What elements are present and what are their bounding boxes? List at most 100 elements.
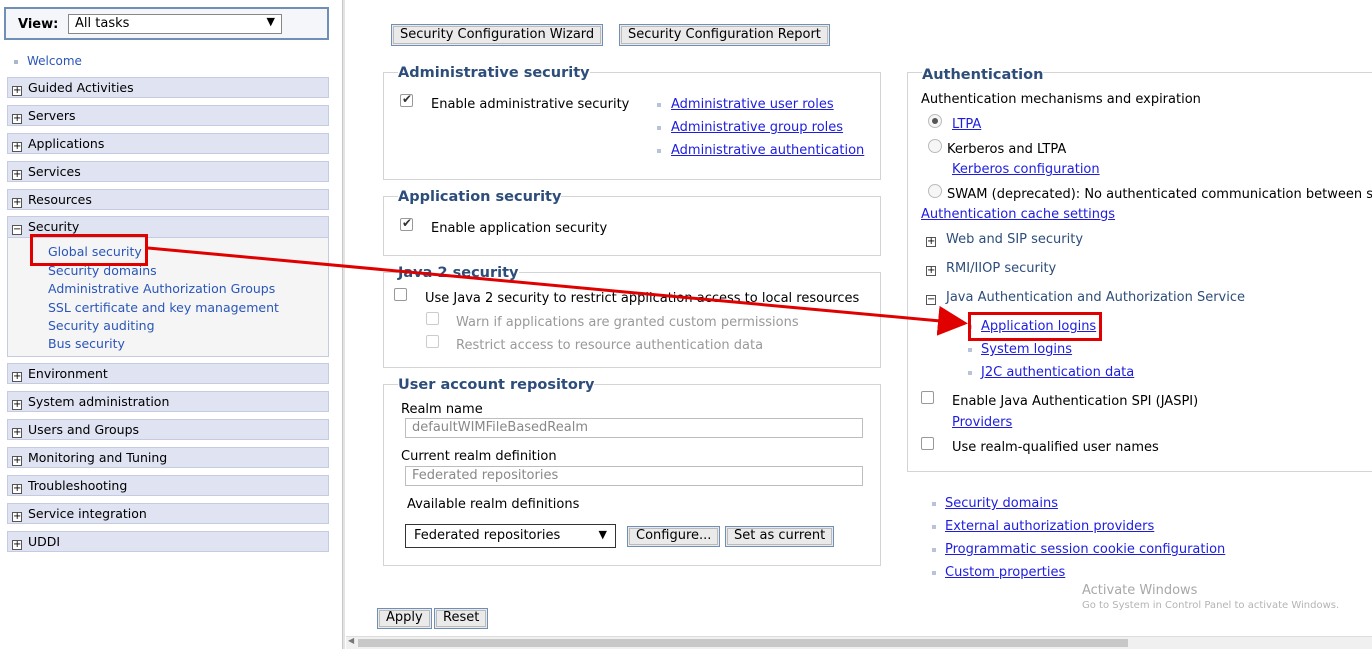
warn-permissions-checkbox[interactable] <box>426 312 439 325</box>
app-security-label: Enable application security <box>431 221 608 236</box>
navigation-pane: View: All tasks ▼ Welcome + Guided Activi… <box>0 0 344 649</box>
nav-uddi[interactable]: + UDDI <box>7 531 329 552</box>
nav-resources[interactable]: + Resources <box>7 189 329 210</box>
security-domains-link[interactable]: Security domains <box>945 496 1058 511</box>
authentication-title: Authentication <box>922 67 1044 83</box>
expand-icon[interactable]: + <box>12 86 22 96</box>
nav-applications[interactable]: + Applications <box>7 133 329 154</box>
nav-system-administration[interactable]: + System administration <box>7 391 329 412</box>
restrict-access-label: Restrict access to resource authenticati… <box>456 338 764 353</box>
bullet-icon <box>657 103 661 107</box>
configure-button[interactable]: Configure... <box>627 526 721 547</box>
bullet-icon <box>932 502 936 506</box>
dropdown-arrow-icon: ▼ <box>266 15 275 28</box>
scrollbar-thumb[interactable] <box>358 639 1128 647</box>
welcome-link[interactable]: Welcome <box>14 54 82 68</box>
java2-security-checkbox[interactable] <box>394 288 407 301</box>
expand-icon[interactable]: + <box>12 114 22 124</box>
auth-mechanisms-label: Authentication mechanisms and expiration <box>921 92 1201 107</box>
jaspi-label: Enable Java Authentication SPI (JASPI) <box>952 394 1199 409</box>
expand-icon[interactable]: + <box>12 428 22 438</box>
swam-radio[interactable] <box>928 184 942 198</box>
bullet-icon <box>14 59 18 64</box>
java2-security-title: Java 2 security <box>398 265 519 281</box>
external-auth-providers-link[interactable]: External authorization providers <box>945 519 1154 534</box>
apply-button[interactable]: Apply <box>377 608 432 629</box>
activate-windows-watermark: Activate Windows <box>1082 583 1198 598</box>
expand-icon[interactable]: + <box>12 372 22 382</box>
view-filter: View: All tasks ▼ <box>4 7 329 40</box>
nav-security-auditing[interactable]: Security auditing <box>48 318 155 333</box>
collapse-icon[interactable]: − <box>926 295 936 305</box>
ltpa-link[interactable]: LTPA <box>952 117 981 132</box>
pane-divider[interactable] <box>342 0 345 649</box>
highlight-box-application-logins <box>968 312 1102 341</box>
bullet-icon <box>932 571 936 575</box>
expand-icon[interactable]: + <box>12 456 22 466</box>
ltpa-radio[interactable] <box>928 114 942 128</box>
activate-windows-subtitle: Go to System in Control Panel to activat… <box>1082 600 1340 611</box>
expand-icon[interactable]: + <box>926 237 936 247</box>
expand-icon[interactable]: + <box>12 198 22 208</box>
nav-admin-auth-groups[interactable]: Administrative Authorization Groups <box>48 281 275 296</box>
view-select-value: All tasks <box>75 16 130 31</box>
nav-ssl-certificate[interactable]: SSL certificate and key management <box>48 300 279 315</box>
nav-service-integration[interactable]: + Service integration <box>7 503 329 524</box>
admin-group-roles-link[interactable]: Administrative group roles <box>671 120 843 135</box>
realm-qualified-checkbox[interactable] <box>921 437 934 450</box>
auth-cache-settings-link[interactable]: Authentication cache settings <box>921 207 1115 222</box>
user-repository-title: User account repository <box>398 377 595 393</box>
security-report-button[interactable]: Security Configuration Report <box>619 24 830 46</box>
expand-icon[interactable]: + <box>12 142 22 152</box>
kerberos-ltpa-radio[interactable] <box>928 139 942 153</box>
jaspi-checkbox[interactable] <box>921 391 934 404</box>
restrict-access-checkbox[interactable] <box>426 335 439 348</box>
current-realm-field[interactable]: Federated repositories <box>405 466 863 486</box>
expand-icon[interactable]: + <box>12 540 22 550</box>
horizontal-scrollbar[interactable]: ◀ <box>346 636 1372 649</box>
view-select[interactable]: All tasks ▼ <box>68 14 282 34</box>
j2c-auth-data-link[interactable]: J2C authentication data <box>981 365 1134 380</box>
nav-servers[interactable]: + Servers <box>7 105 329 126</box>
nav-troubleshooting[interactable]: + Troubleshooting <box>7 475 329 496</box>
expand-icon[interactable]: + <box>12 400 22 410</box>
realm-qualified-label: Use realm-qualified user names <box>952 440 1159 455</box>
warn-permissions-label: Warn if applications are granted custom … <box>456 315 799 330</box>
nav-users-groups[interactable]: + Users and Groups <box>7 419 329 440</box>
expand-icon[interactable]: + <box>926 266 936 276</box>
system-logins-link[interactable]: System logins <box>981 342 1072 357</box>
admin-security-label: Enable administrative security <box>431 97 630 112</box>
scroll-left-icon[interactable]: ◀ <box>348 636 354 645</box>
jaas-toggle[interactable]: Java Authentication and Authorization Se… <box>946 290 1245 305</box>
current-realm-label: Current realm definition <box>401 449 557 464</box>
admin-authentication-link[interactable]: Administrative authentication <box>671 143 864 158</box>
set-as-current-button[interactable]: Set as current <box>725 526 835 547</box>
nav-environment[interactable]: + Environment <box>7 363 329 384</box>
available-realms-select[interactable]: Federated repositories ▼ <box>405 524 616 548</box>
admin-user-roles-link[interactable]: Administrative user roles <box>671 97 834 112</box>
security-wizard-button[interactable]: Security Configuration Wizard <box>391 24 604 46</box>
web-sip-security-toggle[interactable]: Web and SIP security <box>946 232 1083 247</box>
admin-security-title: Administrative security <box>398 65 590 81</box>
collapse-icon[interactable]: − <box>12 225 22 235</box>
reset-button[interactable]: Reset <box>434 608 489 629</box>
expand-icon[interactable]: + <box>12 170 22 180</box>
kerberos-config-link[interactable]: Kerberos configuration <box>952 162 1100 177</box>
java2-security-label: Use Java 2 security to restrict applicat… <box>425 291 860 306</box>
bullet-icon <box>968 348 972 352</box>
custom-properties-link[interactable]: Custom properties <box>945 565 1065 580</box>
bullet-icon <box>932 548 936 552</box>
realm-name-field[interactable]: defaultWIMFileBasedRealm <box>405 418 863 438</box>
session-cookie-config-link[interactable]: Programmatic session cookie configuratio… <box>945 542 1225 557</box>
expand-icon[interactable]: + <box>12 484 22 494</box>
nav-services[interactable]: + Services <box>7 161 329 182</box>
nav-bus-security[interactable]: Bus security <box>48 336 125 351</box>
app-security-checkbox[interactable] <box>400 216 413 231</box>
rmi-iiop-security-toggle[interactable]: RMI/IIOP security <box>946 261 1056 276</box>
expand-icon[interactable]: + <box>12 512 22 522</box>
nav-guided-activities[interactable]: + Guided Activities <box>7 77 329 98</box>
realm-name-label: Realm name <box>401 402 483 417</box>
nav-monitoring-tuning[interactable]: + Monitoring and Tuning <box>7 447 329 468</box>
admin-security-checkbox[interactable] <box>400 92 413 107</box>
providers-link[interactable]: Providers <box>952 415 1012 430</box>
